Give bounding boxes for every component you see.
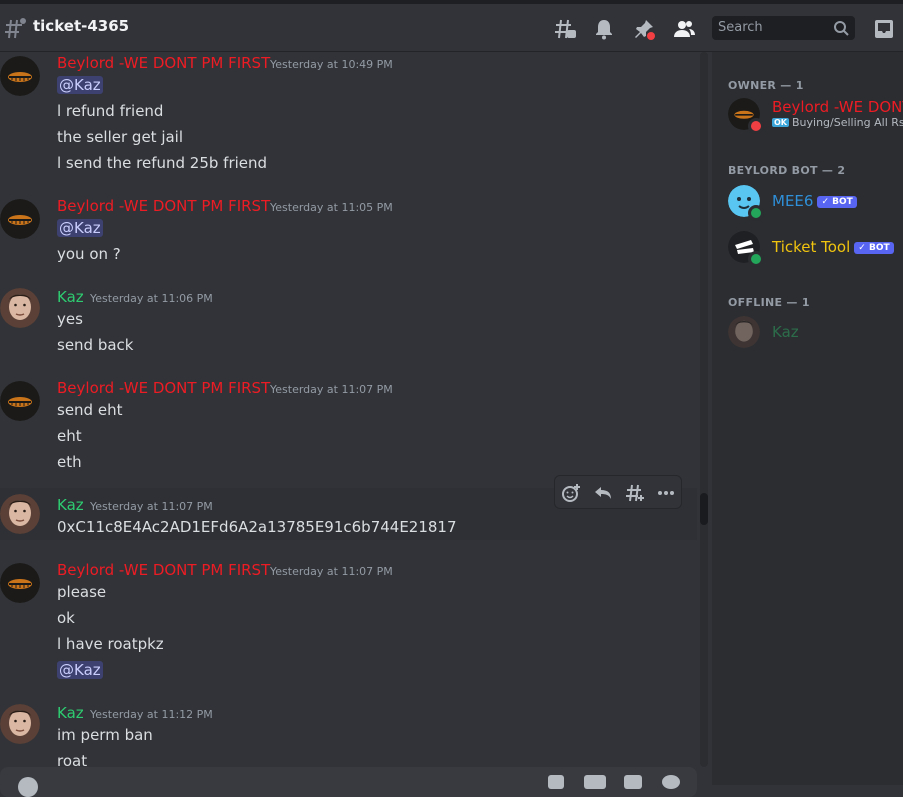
channel-hashtag-icon: [3, 17, 27, 45]
message-group: Beylord -WE DONT PM FIRST Yesterday at 1…: [0, 52, 697, 182]
message-group: Beylord -WE DONT PM FIRST Yesterday at 1…: [0, 559, 697, 684]
online-status-icon: [748, 205, 764, 221]
member-item-ticket-tool[interactable]: Ticket Tool ✓ BOT: [728, 227, 903, 267]
message-author[interactable]: Beylord -WE DONT PM FIRST: [57, 54, 270, 72]
message-group: Beylord -WE DONT PM FIRST Yesterday at 1…: [0, 195, 697, 270]
message-timestamp[interactable]: Yesterday at 11:07 PM: [270, 383, 393, 396]
message-text: please: [57, 583, 107, 601]
message-timestamp[interactable]: Yesterday at 11:07 PM: [270, 565, 393, 578]
reply-icon[interactable]: [593, 483, 613, 503]
pin-icon[interactable]: [632, 17, 656, 41]
avatar[interactable]: [0, 381, 40, 421]
more-options-icon[interactable]: [656, 483, 676, 503]
avatar[interactable]: [0, 494, 40, 534]
search-box[interactable]: Search: [712, 16, 855, 40]
search-placeholder: Search: [718, 20, 763, 35]
message-text: the seller get jail: [57, 128, 184, 146]
member-status-text: Buying/Selling All Rsps: [792, 116, 903, 129]
member-list: OWNER — 1 Beylord -WE DONT PM FIRST OKBu…: [712, 52, 903, 785]
avatar[interactable]: [0, 56, 40, 96]
avatar[interactable]: [0, 704, 40, 744]
add-reaction-icon[interactable]: [561, 483, 581, 503]
create-thread-icon[interactable]: [625, 483, 645, 503]
dnd-status-icon: [748, 118, 764, 134]
gift-icon[interactable]: [548, 775, 564, 789]
member-name: Beylord -WE DONT PM FIRST: [772, 98, 903, 116]
member-section-title-offline: OFFLINE — 1: [728, 296, 810, 309]
inbox-icon[interactable]: [872, 17, 896, 41]
avatar[interactable]: [0, 563, 40, 603]
message-timestamp[interactable]: Yesterday at 11:07 PM: [90, 500, 213, 513]
message-text: ok: [57, 609, 75, 627]
user-mention[interactable]: @Kaz: [57, 76, 103, 94]
member-name: Ticket Tool ✓ BOT: [772, 238, 894, 256]
notification-bell-icon[interactable]: [592, 17, 616, 41]
sticker-icon[interactable]: [624, 775, 642, 789]
message-mention-line: @Kaz: [57, 219, 103, 237]
message-text: eht: [57, 427, 82, 445]
message-text: l have roatpkz: [57, 635, 164, 653]
channel-name: ticket-4365: [33, 17, 130, 35]
message-timestamp[interactable]: Yesterday at 11:06 PM: [90, 292, 213, 305]
message-timestamp[interactable]: Yesterday at 11:05 PM: [270, 201, 393, 214]
message-text: send eht: [57, 401, 123, 419]
upload-attachment-icon[interactable]: [18, 777, 38, 797]
message-author[interactable]: Kaz: [57, 704, 84, 722]
message-text: 0xC11c8E4Ac2AD1EFd6A2a13785E91c6b744E218…: [57, 518, 457, 536]
bot-badge: ✓ BOT: [854, 242, 894, 254]
member-custom-status: OKBuying/Selling All Rsps: [772, 116, 903, 129]
threads-icon[interactable]: [553, 17, 577, 41]
message-author[interactable]: Beylord -WE DONT PM FIRST: [57, 197, 270, 215]
chat-scrollbar-thumb[interactable]: [700, 493, 708, 525]
online-status-icon: [748, 251, 764, 267]
message-group: Kaz Yesterday at 11:06 PM yes send back: [0, 286, 697, 356]
member-item-mee6[interactable]: MEE6 ✓ BOT: [728, 181, 903, 221]
message-timestamp[interactable]: Yesterday at 11:12 PM: [90, 708, 213, 721]
message-composer[interactable]: [0, 767, 697, 797]
member-item-kaz[interactable]: Kaz: [728, 312, 903, 352]
user-mention[interactable]: @Kaz: [57, 219, 103, 237]
chat-scrollbar-track[interactable]: [700, 52, 708, 767]
message-text: eth: [57, 453, 82, 471]
gif-icon[interactable]: [584, 775, 606, 789]
message-text: roat: [57, 752, 88, 767]
member-section-title-bots: BEYLORD BOT — 2: [728, 164, 846, 177]
emoji-icon[interactable]: [662, 775, 680, 789]
message-action-bar: [554, 475, 682, 509]
message-timestamp[interactable]: Yesterday at 10:49 PM: [270, 58, 393, 71]
member-item-owner[interactable]: Beylord -WE DONT PM FIRST OKBuying/Selli…: [728, 94, 903, 134]
message-text: l send the refund 25b friend: [57, 154, 268, 172]
member-list-icon[interactable]: [672, 17, 696, 41]
message-text: yes: [57, 310, 83, 328]
message-list[interactable]: Beylord -WE DONT PM FIRST Yesterday at 1…: [0, 52, 697, 767]
channel-header: ticket-4365 Search: [0, 4, 903, 52]
message-text: l refund friend: [57, 102, 164, 120]
message-author[interactable]: Kaz: [57, 496, 84, 514]
member-name: Kaz: [772, 323, 799, 341]
message-text: you on ?: [57, 245, 121, 263]
avatar: [728, 316, 760, 348]
message-mention-line: @Kaz: [57, 661, 103, 679]
member-name: MEE6 ✓ BOT: [772, 192, 857, 210]
message-group: Kaz Yesterday at 11:12 PM im perm ban ro…: [0, 702, 697, 767]
message-author[interactable]: Beylord -WE DONT PM FIRST: [57, 561, 270, 579]
user-mention[interactable]: @Kaz: [57, 661, 103, 679]
message-mention-line: @Kaz: [57, 76, 103, 94]
avatar[interactable]: [0, 288, 40, 328]
message-author[interactable]: Beylord -WE DONT PM FIRST: [57, 379, 270, 397]
bot-badge: ✓ BOT: [817, 196, 857, 208]
message-text: send back: [57, 336, 134, 354]
message-text: im perm ban: [57, 726, 153, 744]
message-group: Beylord -WE DONT PM FIRST Yesterday at 1…: [0, 377, 697, 477]
search-icon[interactable]: [833, 20, 849, 40]
avatar[interactable]: [0, 199, 40, 239]
member-section-title-owner: OWNER — 1: [728, 79, 804, 92]
ok-emoji-icon: OK: [772, 118, 789, 127]
message-author[interactable]: Kaz: [57, 288, 84, 306]
